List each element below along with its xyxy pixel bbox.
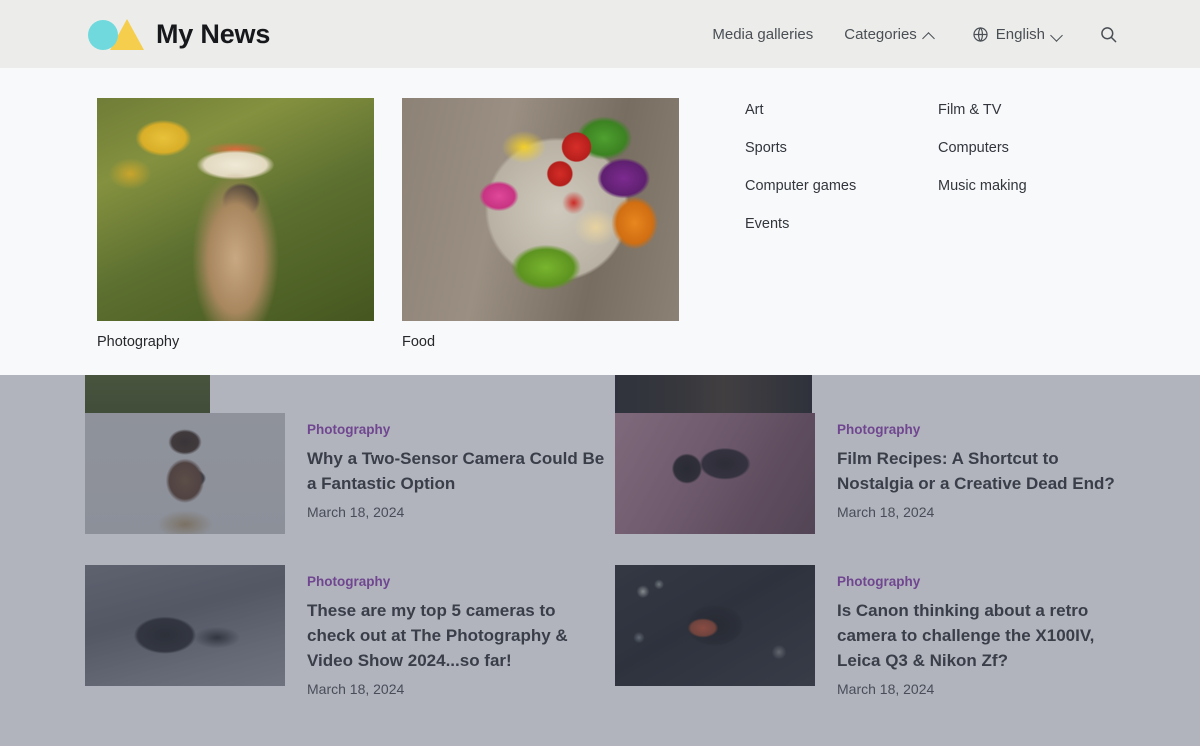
category-link-film-tv[interactable]: Film & TV — [938, 97, 1027, 125]
nav-item-media-galleries[interactable]: Media galleries — [701, 18, 824, 51]
chevron-up-icon — [924, 29, 935, 40]
site-title: My News — [156, 18, 271, 49]
chevron-down-icon — [1052, 29, 1063, 40]
featured-card-label: Photography — [97, 334, 180, 350]
featured-card-food[interactable]: Food — [402, 98, 679, 350]
category-link-computers[interactable]: Computers — [938, 135, 1027, 163]
brand-logo-link[interactable]: My News — [88, 16, 270, 52]
woman-photographer-image — [97, 98, 374, 321]
featured-card-photography[interactable]: Photography — [97, 98, 374, 350]
nav-label: Media galleries — [712, 25, 814, 43]
category-link-music-making[interactable]: Music making — [938, 173, 1027, 201]
featured-categories: Photography Food — [97, 98, 679, 350]
category-link-events[interactable]: Events — [745, 211, 938, 239]
featured-card-label: Food — [402, 334, 436, 350]
main-navigation: Media galleries Categories English — [701, 17, 1118, 52]
nav-item-categories[interactable]: Categories — [833, 18, 946, 51]
circle-icon — [88, 20, 118, 50]
category-column-2: Film & TV Computers Music making — [938, 97, 1027, 249]
category-link-computer-games[interactable]: Computer games — [745, 173, 938, 201]
nav-item-language-selector[interactable]: English — [961, 18, 1074, 51]
globe-icon — [973, 26, 988, 42]
featured-thumbnail[interactable] — [97, 98, 374, 321]
salad-bowl-image — [402, 98, 679, 321]
nav-label: Categories — [844, 25, 917, 43]
search-icon — [1101, 26, 1117, 42]
category-link-art[interactable]: Art — [745, 97, 938, 125]
category-link-sports[interactable]: Sports — [745, 135, 938, 163]
search-button[interactable] — [1088, 17, 1118, 52]
nav-label: English — [995, 25, 1045, 43]
site-header: My News Media galleries Categories Engli… — [0, 0, 1200, 68]
featured-thumbnail[interactable] — [402, 98, 679, 321]
logo-mark — [88, 16, 146, 52]
page-root: Photography Why a Two-Sensor Camera Coul… — [0, 0, 1200, 746]
category-column-1: Art Sports Computer games Events — [745, 97, 938, 249]
category-links: Art Sports Computer games Events Film & … — [745, 97, 1027, 249]
categories-dropdown-panel: Photography Food Art Sports Computer gam… — [0, 68, 1200, 375]
dropdown-scrim-overlay[interactable] — [0, 375, 1200, 746]
